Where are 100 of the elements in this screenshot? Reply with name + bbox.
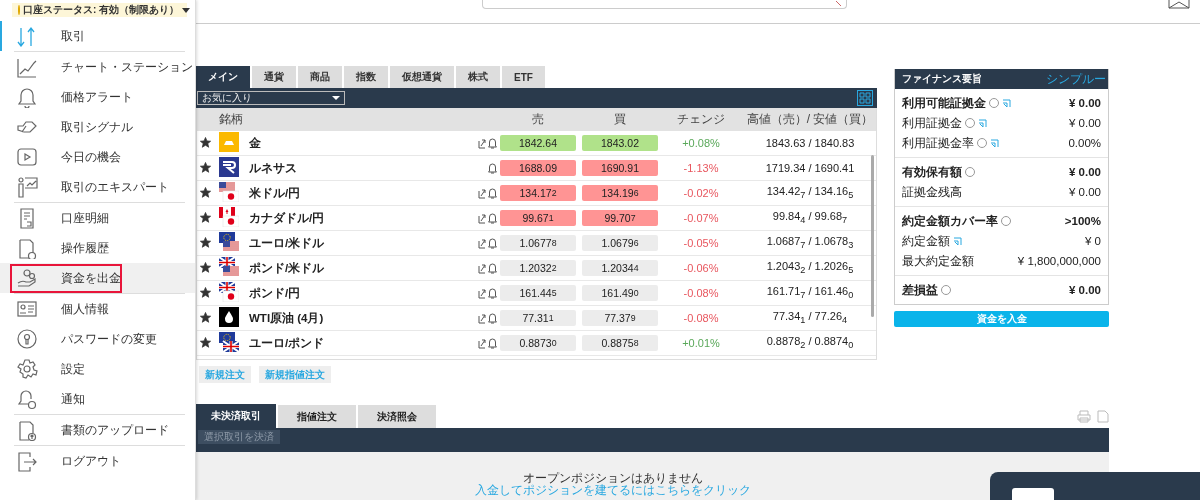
bell-icon[interactable] [488,337,497,349]
sell-price[interactable]: 1688.09 [500,160,576,176]
finance-value: ¥ 0.00 [1069,186,1101,198]
change-percent: -0.08% [682,312,720,324]
market-tab[interactable]: 株式 [456,66,500,88]
positions-tab[interactable]: 未決済取引 [196,404,276,428]
link-icon[interactable] [978,118,987,128]
instrument-name[interactable]: ポンド/米ドル [245,260,475,276]
sidebar-item[interactable]: 資金を出金 [0,263,195,293]
external-link-icon[interactable] [478,262,486,274]
high-low-price: 0.8878$_{2}$ / 0.8874$_{0}$ [765,335,855,351]
positions-tab[interactable]: 指値注文 [278,405,356,428]
sidebar-item[interactable]: 口座明細 [0,203,195,233]
high-low-price: 1.0687$_{7}$ / 1.0678$_{3}$ [765,235,855,251]
instrument-name[interactable]: ルネサス [245,160,475,176]
favorite-star-icon[interactable] [200,186,211,198]
favorite-star-icon[interactable] [200,161,211,173]
bell-icon[interactable] [488,312,497,324]
sell-price[interactable]: 1842.64 [500,135,576,151]
high-low-price: 77.34$_{1}$ / 77.26$_{4}$ [771,310,849,326]
sidebar-item[interactable]: 取引シグナル [0,112,195,142]
high-low-price: 99.84$_{4}$ / 99.68$_{7}$ [771,210,849,226]
external-link-icon[interactable] [478,337,486,349]
sidebar-item[interactable]: 今日の機会 [0,142,195,172]
market-tab[interactable]: 仮想通貨 [390,66,454,88]
favorite-star-icon[interactable] [200,311,211,323]
sidebar-item[interactable]: 取引のエキスパート [0,172,195,202]
market-tab[interactable]: 指数 [344,66,388,88]
instrument-name[interactable]: ユーロ/ポンド [245,335,475,351]
sidebar-item[interactable]: 操作履歴 [0,233,195,263]
bell-icon[interactable] [488,137,497,149]
bell-icon[interactable] [488,237,497,249]
external-link-icon[interactable] [478,312,486,324]
bell-icon[interactable] [488,187,497,199]
high-low-price: 1843.63 / 1840.83 [764,137,856,149]
link-icon[interactable] [990,138,999,148]
sidebar-item[interactable]: 個人情報 [0,294,195,324]
ingot-icon [219,132,239,152]
instrument-name[interactable]: ユーロ/米ドル [245,235,475,251]
bell-icon[interactable] [488,262,497,274]
instrument-name[interactable]: 金 [245,135,475,151]
sidebar-item[interactable]: チャート・ステーション [0,52,195,82]
link-icon[interactable] [953,236,962,246]
sidebar-item[interactable]: 通知 [0,384,195,414]
market-tab[interactable]: ETF [502,66,545,88]
sidebar-item[interactable]: 書類のアップロード [0,415,195,445]
search-icon[interactable] [836,0,842,7]
document-clock-icon [16,237,38,259]
dropdown-caret-icon[interactable] [332,96,340,100]
market-tab[interactable]: 通貨 [252,66,296,88]
bell-icon[interactable] [488,162,497,174]
sidebar-item[interactable]: ログアウト [0,446,195,476]
favorites-dropdown[interactable]: お気に入り [197,91,345,105]
finance-label: 約定金額 [902,233,950,249]
finance-label: 証拠金残高 [902,184,962,200]
favorite-star-icon[interactable] [200,286,211,298]
scrollbar-thumb[interactable] [871,155,874,317]
finance-value: ¥ 0.00 [1069,117,1101,129]
favorite-star-icon[interactable] [200,211,211,223]
external-link-icon[interactable] [478,212,486,224]
market-tab[interactable]: メイン [196,66,250,88]
link-icon[interactable] [1002,98,1011,108]
favorite-star-icon[interactable] [200,336,211,348]
external-link-icon[interactable] [478,237,486,249]
currency-flags-icon [219,332,239,352]
search-field[interactable] [482,0,847,9]
finance-value: ¥ 0.00 [1069,97,1101,109]
line-chart-icon [16,56,38,78]
external-link-icon[interactable] [478,287,486,299]
buy-price[interactable]: 1843.02 [582,135,658,151]
chat-panel[interactable] [990,472,1200,500]
external-link-icon[interactable] [478,187,486,199]
finance-value: >100% [1064,215,1101,227]
person-chart-icon [16,176,38,198]
sidebar-item[interactable]: パスワードの変更 [0,324,195,354]
favorite-star-icon[interactable] [200,136,211,148]
bell-icon[interactable] [488,212,497,224]
grid-view-icon[interactable] [857,90,873,106]
envelope-icon[interactable] [1168,0,1190,9]
sidebar-item[interactable]: 設定 [0,354,195,384]
view-mode-link[interactable]: シンプルー [1046,70,1108,88]
sidebar-item[interactable]: 価格アラート [0,82,195,112]
bell-icon[interactable] [488,287,497,299]
buy-price[interactable]: 1690.91 [582,160,658,176]
instrument-name[interactable]: WTI原油 (4月) [245,310,475,326]
coins-hand-icon [16,267,38,289]
finance-value: ¥ 0.00 [1069,166,1101,178]
dropdown-caret-icon[interactable] [182,7,191,13]
external-link-icon[interactable] [478,137,486,149]
market-tab[interactable]: 商品 [298,66,342,88]
favorite-star-icon[interactable] [200,261,211,273]
column-header: 買 [613,111,627,128]
instrument-name[interactable]: カナダドル/円 [245,210,475,226]
change-percent: -0.07% [682,212,720,224]
positions-tab[interactable]: 決済照会 [358,405,436,428]
instrument-name[interactable]: 米ドル/円 [245,185,475,201]
change-percent: -0.05% [682,237,720,249]
currency-flags-icon [219,257,239,277]
instrument-name[interactable]: ポンド/円 [245,285,475,301]
favorite-star-icon[interactable] [200,236,211,248]
